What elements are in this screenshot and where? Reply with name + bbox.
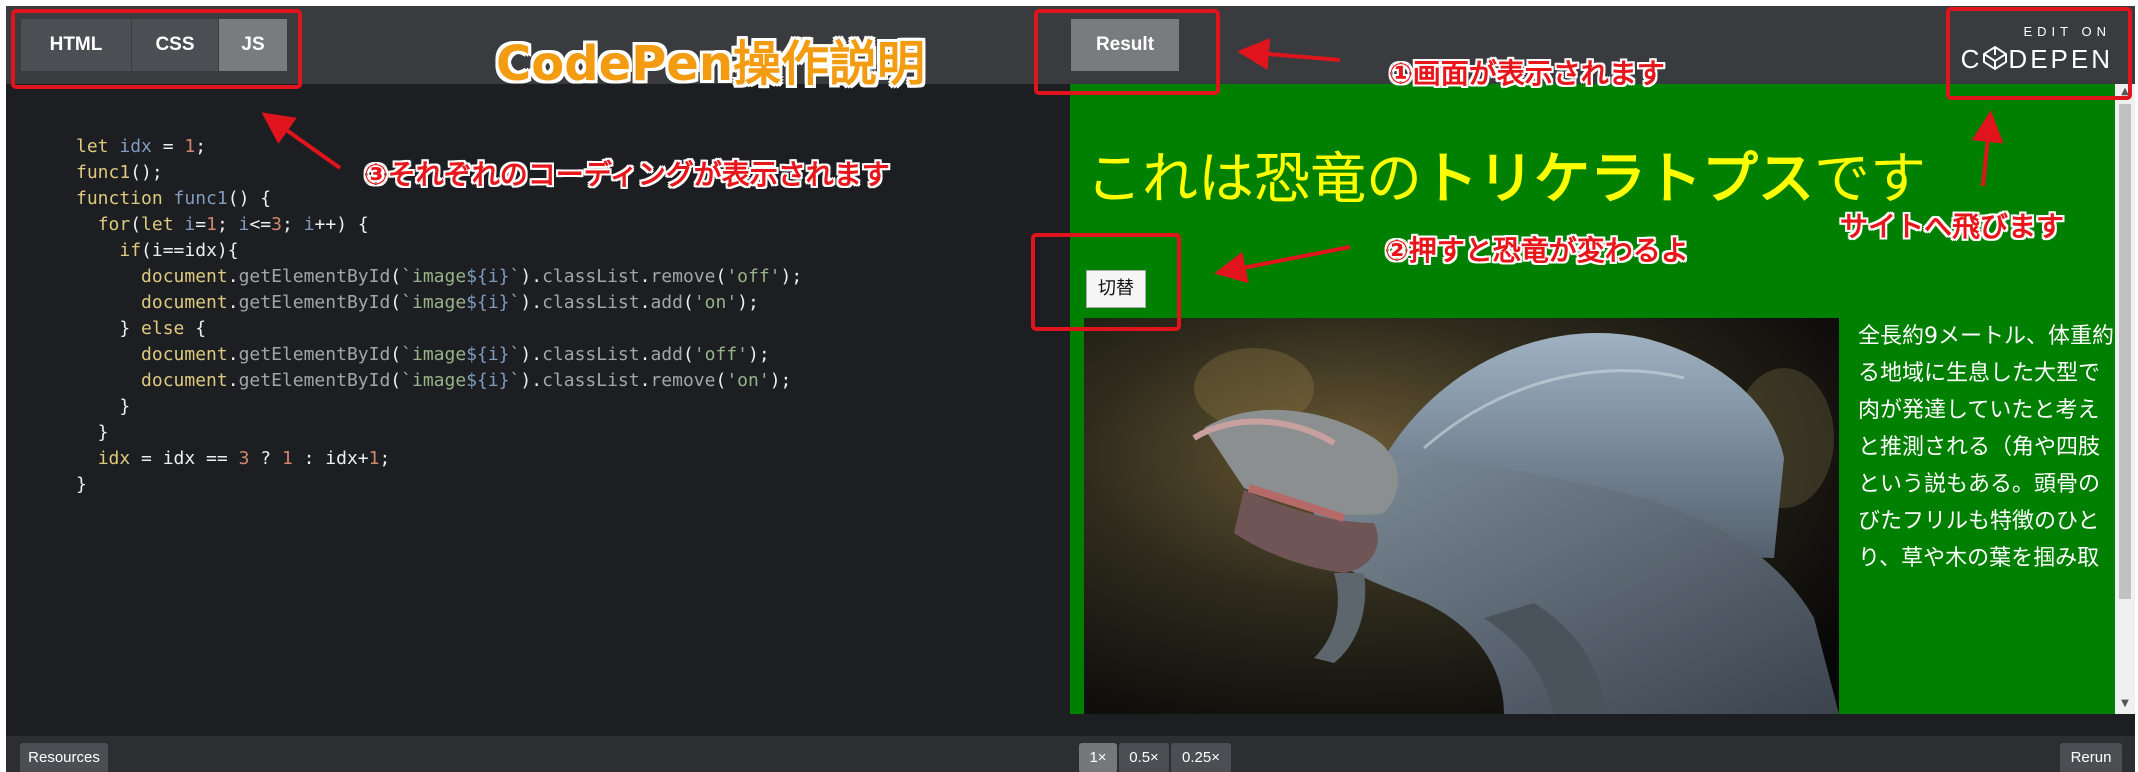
codepen-cube-icon [1983,45,2008,71]
zoom-0-25x-button[interactable]: 0.25× [1171,743,1231,772]
scroll-down-icon[interactable]: ▼ [2119,698,2131,712]
annotation-4: サイトへ飛びます [1840,210,2065,243]
result-page: これは恐竜のトリケラトプスです 切替 全長約9メートル、体重約 る地域に生息した… [1070,84,2115,714]
tab-html[interactable]: HTML [21,19,131,71]
rerun-button[interactable]: Rerun [2060,743,2122,772]
code-line: let idx = 1; [76,136,207,157]
description-line: る地域に生息した大型で [1858,361,2101,386]
codepen-embed: HTML CSS JS Result EDIT ON C DEPEN let id… [6,6,2135,772]
top-bar: HTML CSS JS Result EDIT ON C DEPEN [6,6,2135,84]
edit-on-label: EDIT ON [2023,24,2111,39]
codepen-logo-text: C DEPEN [1961,44,2113,75]
zoom-1x-button[interactable]: 1× [1079,743,1117,772]
tab-js[interactable]: JS [219,19,287,71]
code-line: document.getElementById(`image${i}`).cla… [141,266,803,287]
resources-button[interactable]: Resources [20,743,108,772]
heading-text-bold: トリケラトプス [1422,147,1814,212]
annotation-2: ②押すと恐竜が変わるよ [1385,234,1689,267]
code-line: func1(); [76,162,163,183]
code-line: if(i==idx){ [119,240,239,261]
description-line: り、草や木の葉を掴み取 [1858,546,2100,571]
code-line: function func1() { [76,188,272,209]
vertical-scroll-thumb[interactable] [2119,104,2131,599]
description-line: 全長約9メートル、体重約 [1858,324,2114,349]
code-line: document.getElementById(`image${i}`).cla… [141,370,792,391]
description-line: という説もある。頭骨の [1858,472,2101,497]
codepen-logo-c: C [1960,44,1983,74]
description-line: びたフリルも特徴のひと [1858,509,2100,534]
zoom-0-5x-button[interactable]: 0.5× [1119,743,1169,772]
code-line: } else { [76,318,207,339]
annotation-1: ①画面が表示されます [1389,57,1665,90]
codepen-logo-rest: DEPEN [2008,44,2113,74]
result-heading: これは恐竜のトリケラトプスです [1086,134,1926,215]
bottom-bar: Resources 1× 0.5× 0.25× Rerun [6,736,2135,772]
code-line: document.getElementById(`image${i}`).cla… [141,344,770,365]
description-line: 肉が発達していたと考え [1858,398,2100,423]
heading-text-before: これは恐竜の [1086,147,1422,212]
result-preview[interactable]: これは恐竜のトリケラトプスです 切替 全長約9メートル、体重約 る地域に生息した… [1070,84,2135,714]
vertical-scrollbar[interactable]: ▲ ▼ [2115,84,2135,714]
scroll-up-icon[interactable]: ▲ [2119,86,2131,100]
description-line: と推測される（角や四肢 [1858,435,2101,460]
code-line: } [76,422,109,443]
tab-result[interactable]: Result [1071,19,1179,71]
code-line: idx = idx == 3 ? 1 : idx+1; [97,448,391,469]
code-line: } [76,396,131,417]
annotation-title: CodePen操作説明 [496,36,926,92]
edit-on-codepen-link[interactable]: EDIT ON C DEPEN [1961,20,2113,75]
code-line: document.getElementById(`image${i}`).cla… [141,292,759,313]
code-line: for(let i=1; i<=3; i++) { [97,214,369,235]
tab-css[interactable]: CSS [132,19,218,71]
heading-text-after: です [1814,147,1926,212]
switch-button[interactable]: 切替 [1086,270,1146,308]
annotation-3: ③それぞれのコーディングが表示されます [364,158,890,191]
dinosaur-description: 全長約9メートル、体重約 る地域に生息した大型で 肉が発達していたと考え と推測… [1858,318,2118,577]
code-line: } [76,474,87,495]
dinosaur-image [1084,318,1839,714]
